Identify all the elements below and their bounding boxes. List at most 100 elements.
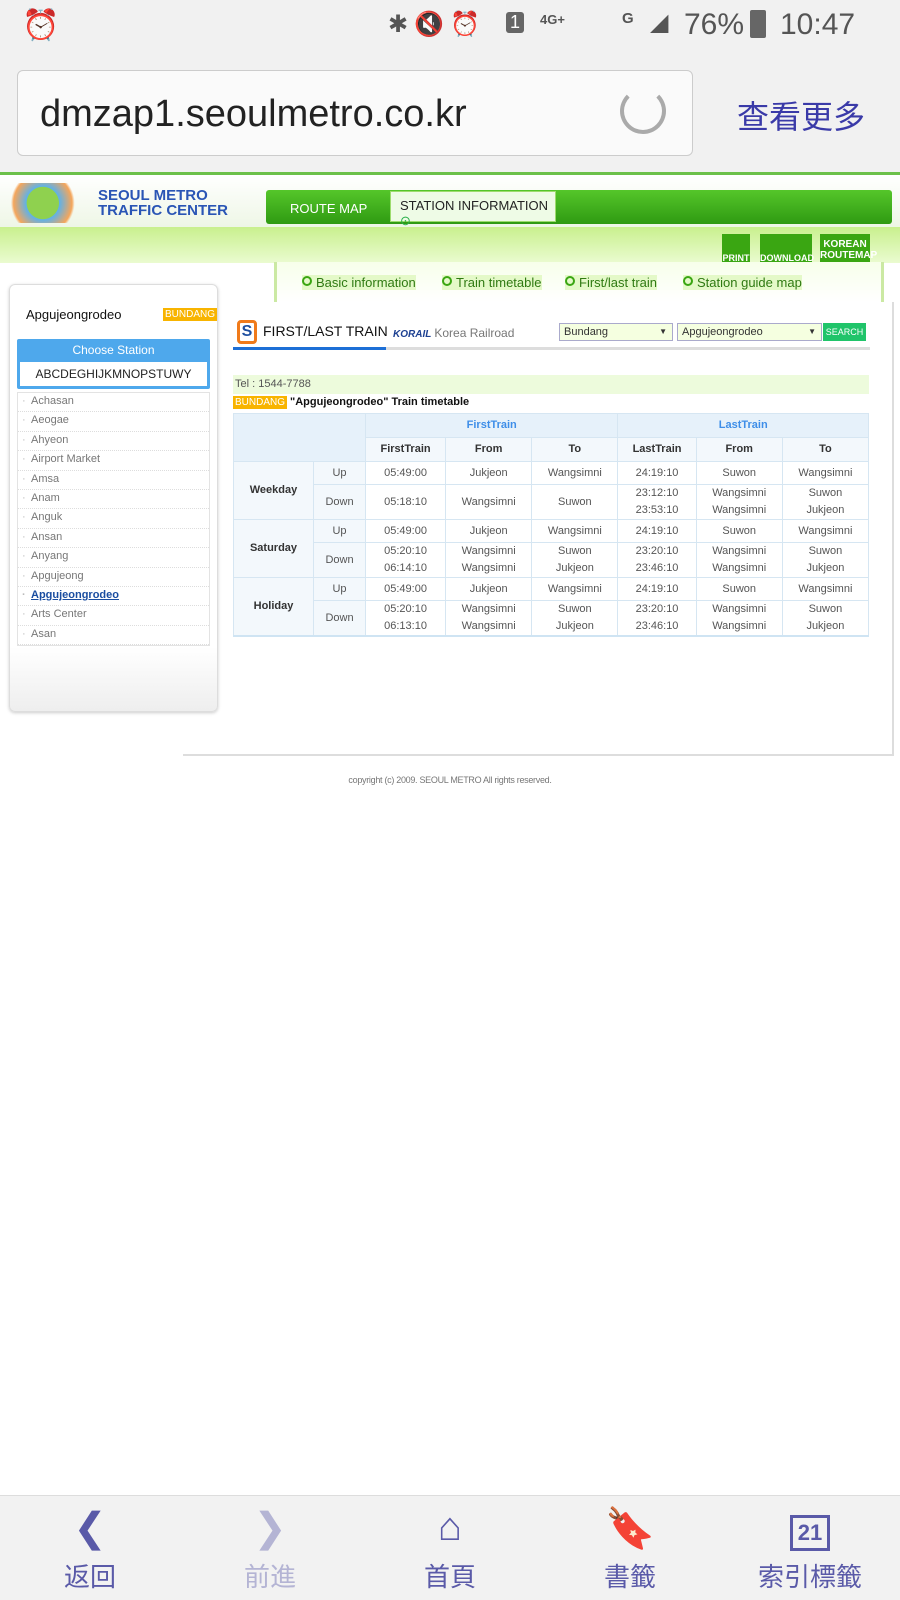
time-cell: 05:20:10 06:13:10 — [364, 600, 447, 637]
telephone: Tel : 1544-7788 — [233, 375, 869, 394]
clock: 10:47 — [780, 8, 856, 41]
tabs-icon: 21 — [720, 1505, 900, 1557]
bookmarks-button[interactable]: 🔖 書籤 — [540, 1505, 720, 1594]
tab-count: 21 — [789, 1515, 831, 1551]
station-list-item[interactable]: Aeogae — [18, 412, 209, 432]
time-cell: 05:20:10 06:14:10 — [364, 542, 447, 578]
station-list-item[interactable]: Apgujeongrodeo — [18, 587, 209, 607]
table-corner — [233, 413, 366, 462]
submenu-first-last-train[interactable]: First/last train — [565, 275, 658, 290]
page-title: FIRST/LAST TRAIN — [237, 323, 388, 339]
bookmark-icon: 🔖 — [605, 1507, 655, 1551]
timetable-title: BUNDANG "Apgujeongrodeo" Train timetable — [233, 396, 469, 409]
sim-indicator: 1 — [506, 12, 525, 33]
tab-underline-active — [233, 347, 386, 350]
time-cell: Wangsimni — [531, 577, 619, 601]
time-cell: Suwon Jukjeon — [781, 484, 870, 520]
status-bar: ⏰ ✱🔇⏰ 1 4G+ G ◢ 76% 10:47 — [0, 0, 900, 52]
table-header-row: FirstTrain LastTrain — [233, 413, 869, 462]
reload-icon[interactable] — [620, 88, 666, 134]
submenu-train-timetable[interactable]: Train timetable — [442, 275, 542, 290]
time-cell: 05:18:10 — [364, 484, 447, 520]
station-list-item[interactable]: Asan — [18, 626, 209, 646]
time-cell: Suwon — [695, 461, 783, 485]
day-cell: Saturday — [233, 519, 314, 578]
tabs-label: 索引標籤 — [757, 1562, 862, 1592]
station-list-item[interactable]: Apgujeong — [18, 568, 209, 587]
submenu-basic-information[interactable]: Basic information — [302, 275, 416, 290]
back-icon: ❮ — [73, 1506, 107, 1550]
column-header: To — [781, 437, 870, 462]
station-select[interactable]: Apgujeongrodeo — [677, 323, 822, 341]
bookmarks-label: 書籤 — [603, 1562, 656, 1592]
site-logo[interactable]: SEOUL METRO TRAFFIC CENTER — [98, 188, 228, 218]
direction-cell: Down — [313, 484, 366, 520]
time-cell: 23:20:10 23:46:10 — [617, 600, 697, 637]
time-cell: 24:19:10 — [617, 519, 697, 543]
home-button[interactable]: ⌂ 首頁 — [360, 1505, 540, 1594]
logo-line-1: SEOUL METRO — [98, 187, 208, 204]
station-list-item[interactable]: Amsa — [18, 471, 209, 490]
line-select[interactable]: Bundang — [559, 323, 673, 341]
column-header: From — [695, 437, 783, 462]
forward-button[interactable]: ❯ 前進 — [180, 1505, 360, 1594]
time-cell: Wangsimni Wangsimni — [695, 484, 783, 520]
station-list-item[interactable]: Anam — [18, 490, 209, 510]
time-cell: Wangsimni — [531, 461, 619, 485]
time-cell: 23:20:10 23:46:10 — [617, 542, 697, 578]
time-cell: Wangsimni — [531, 519, 619, 543]
more-button[interactable]: 查看更多 — [737, 92, 865, 138]
nav-station-information[interactable]: STATION INFORMATION ⊙ — [390, 191, 556, 228]
forward-label: 前進 — [243, 1562, 296, 1592]
column-header: From — [445, 437, 533, 462]
copyright: copyright (c) 2009. SEOUL METRO All righ… — [348, 775, 552, 785]
time-cell: 24:19:10 — [617, 461, 697, 485]
column-group-header: FirstTrain — [364, 413, 619, 438]
time-cell: Wangsimni — [781, 461, 870, 485]
mascot-logo-icon[interactable] — [10, 183, 92, 223]
line-badge: BUNDANG — [233, 396, 288, 409]
time-cell: Wangsimni Wangsimni — [695, 542, 783, 578]
station-list-item[interactable]: Airport Market — [18, 451, 209, 471]
time-cell: 05:49:00 — [364, 461, 447, 485]
alarm-icon: ⏰ — [22, 9, 60, 42]
table-row: Saturday Up 05:49:00 Jukjeon Wangsimni 24:19:… — [233, 519, 870, 578]
time-cell: 23:12:10 23:53:10 — [617, 484, 697, 520]
column-header: To — [531, 437, 619, 462]
korail-logo[interactable]: KORAIL Korea Railroad — [393, 326, 514, 340]
station-list-item[interactable]: Anyang — [18, 548, 209, 568]
chevron-down-icon: ⊙ — [400, 213, 411, 228]
back-button[interactable]: ❮ 返回 — [0, 1505, 180, 1594]
current-station: Apgujeongrodeo — [26, 307, 122, 322]
station-list-item[interactable]: Ansan — [18, 529, 209, 549]
direction-cell: Down — [313, 600, 366, 637]
nav-route-map[interactable]: ROUTE MAP — [290, 195, 367, 223]
table-row: Down 05:20:10 06:13:10 Wangsimni Wangsimni… — [234, 600, 870, 637]
time-cell: Wangsimni Wangsimni — [445, 542, 533, 578]
title-text: FIRST/LAST TRAIN — [263, 323, 388, 339]
submenu-station-guide-map[interactable]: Station guide map — [683, 275, 802, 290]
station-list-item[interactable]: Arts Center — [18, 606, 209, 626]
column-header: FirstTrain — [364, 437, 447, 462]
time-cell: Suwon — [695, 577, 783, 601]
timetable: FirstTrain LastTrain FirstTrain From To LastT… — [233, 413, 870, 637]
station-list-item[interactable]: Ahyeon — [18, 432, 209, 452]
korail-text: Korea Railroad — [434, 326, 515, 340]
signal-icon: ◢ — [650, 9, 669, 36]
time-cell: 05:49:00 — [364, 519, 447, 543]
time-cell: 24:19:10 — [617, 577, 697, 601]
url-bar[interactable]: dmzap1.seoulmetro.co.kr — [17, 70, 693, 156]
home-label: 首頁 — [423, 1562, 476, 1592]
time-cell: Jukjeon — [445, 577, 533, 601]
time-cell: Wangsimni Wangsimni — [695, 600, 783, 637]
tabs-button[interactable]: 21 索引標籤 — [720, 1505, 900, 1594]
alphabet-filter[interactable]: ABCDEGHIJKMNOPSTUWY — [20, 362, 207, 386]
time-cell: Suwon Jukjeon — [781, 542, 870, 578]
search-button[interactable]: SEARCH — [823, 323, 866, 341]
time-cell: Wangsimni — [781, 519, 870, 543]
station-list-item[interactable]: Achasan — [18, 393, 209, 413]
table-row: Holiday Up 05:49:00 Jukjeon Wangsimni 24:19:1… — [233, 577, 870, 637]
column-group-header: LastTrain — [617, 413, 869, 438]
station-list-item[interactable]: Anguk — [18, 509, 209, 529]
time-cell: Jukjeon — [445, 461, 533, 485]
